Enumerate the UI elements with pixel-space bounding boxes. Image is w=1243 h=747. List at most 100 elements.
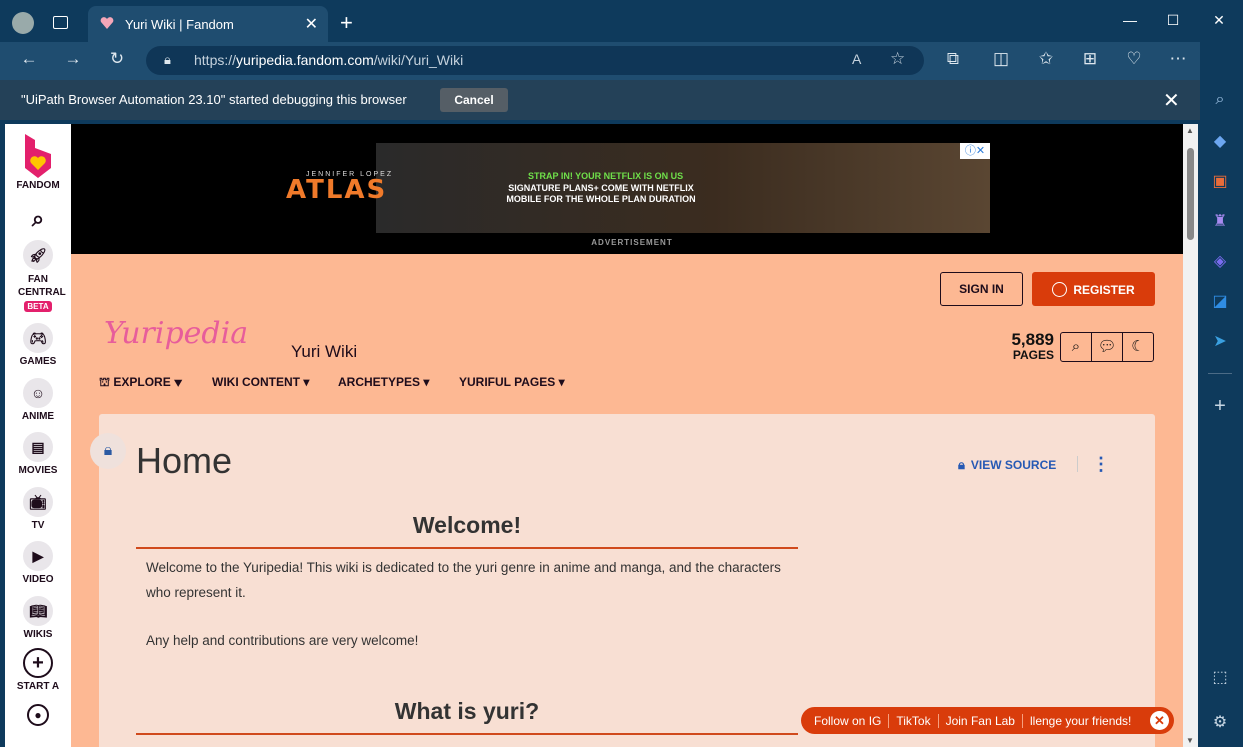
- rail-item-wikis[interactable]: 📖︎ WIKIS: [5, 596, 71, 640]
- fan-lab-link[interactable]: Join Fan Lab: [939, 713, 1023, 728]
- welcome-paragraph: Welcome to the Yuripedia! This wiki is d…: [146, 560, 781, 600]
- rail-item-label: ANIME: [21, 411, 55, 422]
- more-icon[interactable]: ⋯: [1163, 49, 1193, 69]
- back-icon[interactable]: ←: [14, 49, 44, 69]
- minimize-icon[interactable]: —: [1110, 12, 1150, 28]
- challenge-link[interactable]: llenge your friends!: [1023, 714, 1138, 728]
- cancel-button[interactable]: Cancel: [440, 88, 508, 112]
- nav-label: YURIFUL PAGES: [459, 375, 556, 389]
- view-source-label: VIEW SOURCE: [970, 458, 1057, 472]
- search-icon[interactable]: ⌕: [1208, 88, 1232, 112]
- scroll-down-icon[interactable]: ▼: [1186, 736, 1194, 745]
- nav-wiki-content[interactable]: WIKI CONTENT ▾: [212, 375, 309, 389]
- add-icon[interactable]: +: [1208, 394, 1232, 418]
- sidebar-divider: [1208, 373, 1232, 374]
- rail-item-video[interactable]: ▶ VIDEO: [5, 541, 71, 585]
- rail-item-movies[interactable]: ▤ MOVIES: [5, 432, 71, 476]
- chevron-down-icon: ▾: [423, 375, 430, 389]
- heading-what-is-yuri: What is yuri?: [136, 698, 798, 735]
- heading-welcome: Welcome!: [136, 512, 798, 549]
- ad-creative[interactable]: JENNIFER LOPEZ ATLAS STRAP IN! YOUR NETF…: [286, 143, 990, 233]
- theme-toggle-icon[interactable]: ☾: [1123, 333, 1153, 361]
- url-text: https://yuripedia.fandom.com/wiki/Yuri_W…: [194, 52, 464, 68]
- lock-icon: 🔒︎: [958, 457, 965, 472]
- refresh-icon[interactable]: ↻: [102, 49, 132, 69]
- tab-actions-icon[interactable]: [53, 16, 68, 29]
- rail-item-anime[interactable]: ☺ ANIME: [5, 378, 71, 422]
- chevron-down-icon: ▾: [303, 375, 310, 389]
- settings-icon[interactable]: ⚙: [1208, 711, 1232, 735]
- browser-essentials-icon[interactable]: ♡: [1119, 49, 1149, 69]
- maximize-icon[interactable]: ☐: [1153, 12, 1193, 29]
- nav-label: WIKI CONTENT: [212, 375, 300, 389]
- favorite-icon[interactable]: ☆: [890, 49, 905, 69]
- beta-badge: BETA: [24, 301, 52, 312]
- split-screen-icon[interactable]: ◫: [986, 49, 1016, 69]
- scrollbar-thumb[interactable]: [1187, 148, 1194, 240]
- rocket-icon: 🚀︎: [23, 240, 53, 270]
- wiki-logo[interactable]: Yuripedia: [104, 316, 248, 351]
- shopping-tag-icon[interactable]: ◆: [1208, 130, 1232, 154]
- favorites-icon[interactable]: ✩: [1031, 49, 1061, 69]
- action-divider: [1077, 456, 1078, 472]
- wiki-name[interactable]: Yuri Wiki: [291, 342, 357, 362]
- ad-close-icon[interactable]: ⓘ✕: [960, 143, 990, 159]
- search-icon[interactable]: ⌕: [1061, 333, 1092, 361]
- games-icon[interactable]: ♜: [1208, 210, 1232, 234]
- page-scrollbar[interactable]: [1183, 124, 1198, 747]
- rail-item-tv[interactable]: 📺︎ TV: [5, 487, 71, 531]
- forward-icon[interactable]: →: [58, 49, 88, 69]
- search-icon[interactable]: ⌕: [5, 206, 71, 232]
- register-label: REGISTER: [1073, 282, 1135, 297]
- tiktok-link[interactable]: TikTok: [889, 713, 939, 728]
- follow-ig-link[interactable]: Follow on IG: [807, 713, 890, 728]
- close-follow-bar-icon[interactable]: ✕: [1150, 711, 1169, 730]
- nav-archetypes[interactable]: ARCHETYPES ▾: [338, 375, 429, 389]
- close-window-icon[interactable]: ✕: [1199, 12, 1239, 29]
- nav-yuriful-pages[interactable]: YURIFUL PAGES ▾: [459, 375, 565, 389]
- debug-infobar: "UiPath Browser Automation 23.10" starte…: [0, 80, 1200, 120]
- rail-item-label: VIDEO: [22, 574, 54, 585]
- user-account-icon[interactable]: ●: [5, 704, 71, 726]
- sign-in-button[interactable]: SIGN IN: [940, 272, 1023, 306]
- lock-icon[interactable]: 🔒︎: [164, 52, 171, 68]
- rail-item-games[interactable]: 🎮︎ GAMES: [5, 323, 71, 367]
- close-tab-icon[interactable]: ✕: [305, 14, 318, 34]
- copilot-sidebar-icon[interactable]: ◈: [1208, 250, 1232, 274]
- outlook-icon[interactable]: ◪: [1208, 290, 1232, 314]
- ad-headline: STRAP IN! YOUR NETFLIX IS ON US: [528, 171, 684, 181]
- close-infobar-icon[interactable]: ✕: [1163, 88, 1180, 113]
- new-tab-icon[interactable]: +: [340, 10, 353, 36]
- fandom-global-nav: FANDOM ⌕ 🚀︎ FAN CENTRAL BETA 🎮︎ GAMES ☺ …: [5, 124, 71, 747]
- scroll-up-icon[interactable]: ▲: [1186, 126, 1194, 135]
- fandom-logo[interactable]: FANDOM: [5, 132, 71, 191]
- screenshot-icon[interactable]: ⬚: [1208, 666, 1232, 690]
- extensions-icon[interactable]: ⧉: [938, 49, 968, 69]
- explore-icon: ⛫: [99, 375, 114, 389]
- nav-explore[interactable]: ⛫ EXPLORE ▾: [99, 375, 182, 391]
- telegram-icon[interactable]: ➤: [1208, 330, 1232, 354]
- gamepad-icon: 🎮︎: [23, 323, 53, 353]
- rail-item-start-a-wiki[interactable]: + START A: [5, 648, 71, 692]
- page-count-label: PAGES: [1012, 348, 1054, 362]
- debug-message: "UiPath Browser Automation 23.10" starte…: [21, 92, 407, 107]
- read-aloud-icon[interactable]: A: [852, 51, 861, 67]
- profile-avatar[interactable]: [12, 12, 34, 34]
- tab-title: Yuri Wiki | Fandom: [125, 17, 234, 32]
- more-actions-icon[interactable]: ⋮: [1092, 454, 1110, 475]
- address-bar[interactable]: 🔒︎ https://yuripedia.fandom.com/wiki/Yur…: [146, 46, 924, 75]
- chevron-down-icon: ▾: [558, 375, 565, 389]
- discussions-icon[interactable]: 💬︎: [1092, 333, 1123, 361]
- rail-item-fan-central[interactable]: 🚀︎ FAN CENTRAL BETA: [5, 240, 71, 312]
- protected-lock-icon[interactable]: 🔒︎: [90, 433, 126, 469]
- page-count: 5,889: [1011, 330, 1054, 349]
- register-button[interactable]: REGISTER: [1032, 272, 1155, 306]
- rail-item-label: GAMES: [19, 356, 57, 367]
- browser-tab[interactable]: Yuri Wiki | Fandom ✕: [88, 6, 328, 42]
- collections-icon[interactable]: ⊞: [1075, 49, 1105, 69]
- tools-icon[interactable]: ▣: [1208, 170, 1232, 194]
- fandom-heart-icon: [100, 17, 114, 29]
- play-icon: ▶: [23, 541, 53, 571]
- view-source-button[interactable]: 🔒︎ VIEW SOURCE: [958, 457, 1056, 473]
- page-counter: 5,889 PAGES: [990, 331, 1054, 362]
